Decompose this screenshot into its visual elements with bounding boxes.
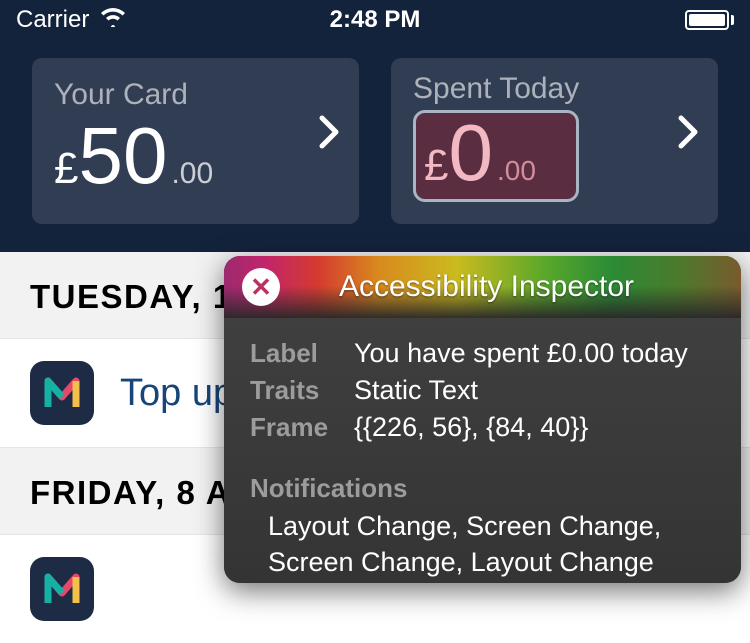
inspector-body: Label You have spent £0.00 today Traits … <box>224 318 741 583</box>
spent-currency: £ <box>424 141 448 191</box>
summary-header: Your Card £ 50 .00 Spent Today £ 0 .00 <box>0 40 750 252</box>
wifi-icon <box>99 6 127 34</box>
your-card-int: 50 <box>78 116 167 196</box>
app-icon <box>30 361 94 425</box>
chevron-right-icon <box>319 115 339 159</box>
spent-dec: .00 <box>497 155 536 187</box>
battery-icon <box>685 10 734 30</box>
inspector-frame-value: {{226, 56}, {84, 40}} <box>354 412 715 443</box>
spent-today-tile[interactable]: Spent Today £ 0 .00 <box>391 58 718 224</box>
your-card-title: Your Card <box>54 78 213 112</box>
inspector-notifications-text: Layout Change, Screen Change, Screen Cha… <box>250 508 715 581</box>
app-icon <box>30 557 94 621</box>
inspector-traits-value: Static Text <box>354 375 715 406</box>
inspector-label-key: Label <box>250 338 354 369</box>
inspector-frame-key: Frame <box>250 412 354 443</box>
transaction-title: Top up <box>120 372 234 415</box>
chevron-right-icon <box>678 115 698 159</box>
status-bar: Carrier 2:48 PM <box>0 0 750 40</box>
inspector-traits-key: Traits <box>250 375 354 406</box>
your-card-tile[interactable]: Your Card £ 50 .00 <box>32 58 359 224</box>
your-card-dec: .00 <box>171 157 213 191</box>
carrier-label: Carrier <box>16 6 89 34</box>
spent-today-title: Spent Today <box>413 72 579 106</box>
status-time: 2:48 PM <box>330 6 421 34</box>
inspector-notifications-heading: Notifications <box>250 473 715 504</box>
close-button[interactable]: ✕ <box>242 268 280 306</box>
inspector-header[interactable]: ✕ Accessibility Inspector <box>224 256 741 318</box>
your-card-currency: £ <box>54 144 78 194</box>
spent-int: 0 <box>448 113 493 193</box>
spent-today-amount: £ 0 .00 <box>413 110 579 202</box>
inspector-label-value: You have spent £0.00 today <box>354 338 715 369</box>
accessibility-inspector[interactable]: ✕ Accessibility Inspector Label You have… <box>224 256 741 583</box>
close-icon: ✕ <box>250 272 272 303</box>
inspector-title: Accessibility Inspector <box>280 270 723 304</box>
your-card-amount: £ 50 .00 <box>54 116 213 196</box>
